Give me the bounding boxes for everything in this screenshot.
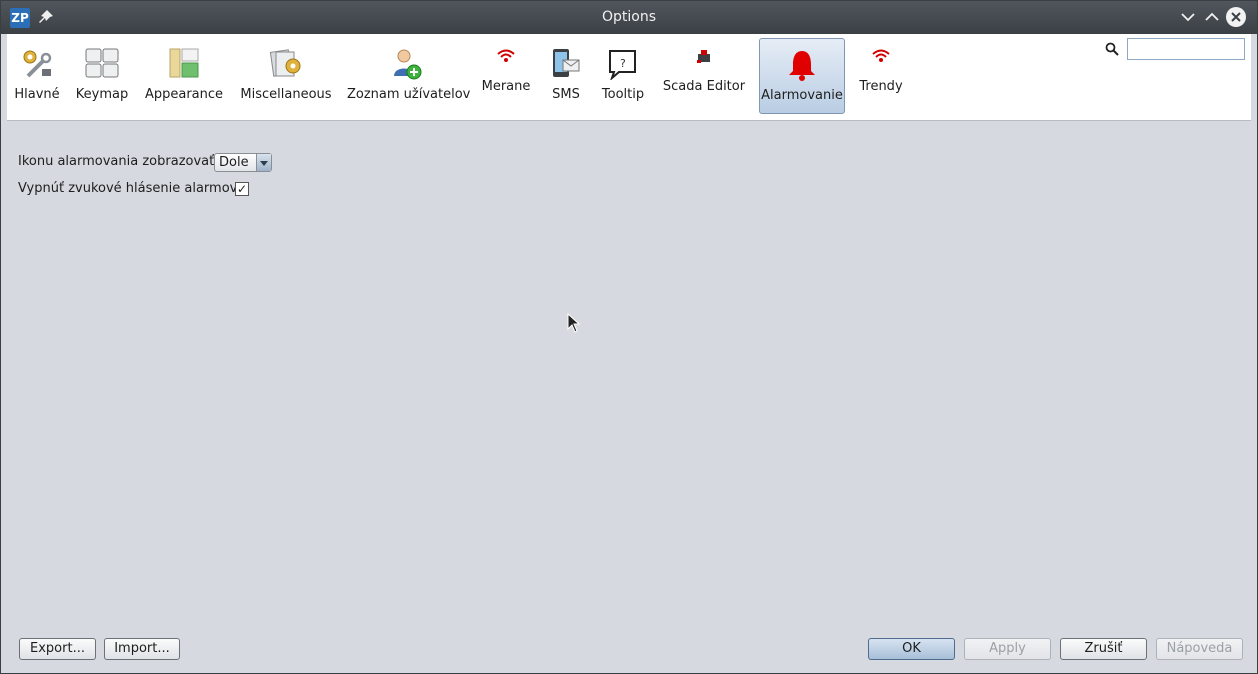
scada-icon xyxy=(697,50,710,63)
category-scada-editor[interactable]: Scada Editor xyxy=(661,38,747,114)
alarm-icon-label: Ikonu alarmovania zobrazovať: xyxy=(18,154,219,169)
category-label: Scada Editor xyxy=(662,79,746,94)
category-tooltip[interactable]: ? Tooltip xyxy=(597,38,649,114)
category-toolbar: Hlavné Keymap Appearance Miscellaneous Z… xyxy=(7,34,1251,121)
layout-icon xyxy=(169,48,199,78)
category-label: Merane xyxy=(481,79,531,94)
close-icon[interactable] xyxy=(1226,7,1246,27)
mouse-cursor-icon xyxy=(567,313,581,333)
wrench-gear-icon xyxy=(23,50,52,78)
sound-off-checkbox[interactable]: ✓ xyxy=(235,182,249,196)
category-hlavne[interactable]: Hlavné xyxy=(11,38,63,114)
alarm-position-select[interactable]: Dole xyxy=(214,153,272,172)
import-button[interactable]: Import... xyxy=(104,638,180,660)
export-button[interactable]: Export... xyxy=(19,638,96,660)
wifi-signal-icon xyxy=(497,49,515,62)
maximize-icon[interactable] xyxy=(1203,8,1221,26)
apply-button[interactable]: Apply xyxy=(964,638,1051,660)
category-sms[interactable]: SMS xyxy=(545,38,587,114)
category-label: Trendy xyxy=(859,79,903,94)
window-title: Options xyxy=(601,9,657,25)
category-label: Appearance xyxy=(144,87,224,102)
select-value: Dole xyxy=(219,155,249,170)
title-bar[interactable]: ZP Options xyxy=(1,1,1257,34)
category-trendy[interactable]: Trendy xyxy=(853,38,909,114)
category-label: Tooltip xyxy=(601,87,645,102)
tooltip-icon: ? xyxy=(609,50,636,80)
category-miscellaneous[interactable]: Miscellaneous xyxy=(239,38,333,114)
category-label: Hlavné xyxy=(14,87,60,102)
svg-text:?: ? xyxy=(620,57,626,70)
ok-button[interactable]: OK xyxy=(868,638,955,660)
category-alarmovanie[interactable]: Alarmovanie xyxy=(759,38,845,114)
category-appearance[interactable]: Appearance xyxy=(141,38,227,114)
misc-gear-icon xyxy=(269,49,301,77)
category-label: SMS xyxy=(552,87,580,102)
user-add-icon xyxy=(394,49,422,80)
settings-panel: Ikonu alarmovania zobrazovať: Dole Vypnú… xyxy=(7,121,1251,631)
bell-icon xyxy=(789,51,815,81)
phone-mail-icon xyxy=(553,49,580,77)
dropdown-arrow-icon[interactable] xyxy=(256,154,271,171)
wifi-signal-icon xyxy=(872,49,890,62)
category-merane[interactable]: Merane xyxy=(479,38,533,114)
search-icon xyxy=(1105,42,1119,56)
category-label: Alarmovanie xyxy=(761,88,843,103)
category-users[interactable]: Zoznam užívatelov xyxy=(347,38,471,114)
category-label: Zoznam užívatelov xyxy=(347,87,471,102)
category-keymap[interactable]: Keymap xyxy=(71,38,133,114)
sound-off-label: Vypnúť zvukové hlásenie alarmov: xyxy=(18,181,242,196)
category-label: Miscellaneous xyxy=(240,87,332,102)
search-input[interactable] xyxy=(1127,38,1245,60)
options-dialog: ZP Options Hlavné Keymap Appearance Misc… xyxy=(0,0,1258,674)
minimize-icon[interactable] xyxy=(1179,8,1197,26)
keyboard-icon xyxy=(85,48,119,78)
category-label: Keymap xyxy=(75,87,129,102)
help-button[interactable]: Nápoveda xyxy=(1156,638,1243,660)
cancel-button[interactable]: Zrušiť xyxy=(1060,638,1147,660)
